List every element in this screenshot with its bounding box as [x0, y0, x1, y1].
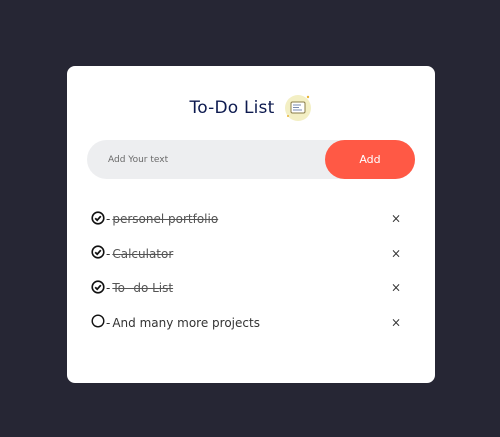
- todo-card: To-Do List Add - personel portfolio ×: [67, 66, 435, 383]
- separator: -: [106, 281, 111, 296]
- list-item[interactable]: - personel portfolio ×: [91, 202, 411, 237]
- separator: -: [106, 246, 111, 261]
- task-label: To- do List: [112, 281, 174, 296]
- add-task-row: Add: [87, 140, 415, 179]
- list-item[interactable]: - Calculator ×: [91, 237, 411, 272]
- delete-icon[interactable]: ×: [389, 246, 403, 260]
- list-item[interactable]: - To- do List ×: [91, 271, 411, 306]
- task-label: And many more projects: [112, 315, 260, 330]
- task-label: Calculator: [112, 246, 174, 261]
- delete-icon[interactable]: ×: [389, 212, 403, 226]
- checked-circle-icon[interactable]: [91, 245, 105, 262]
- notepad-icon: [284, 94, 312, 122]
- unchecked-circle-icon[interactable]: [91, 314, 105, 331]
- header: To-Do List: [67, 94, 435, 122]
- list-item[interactable]: - And many more projects ×: [91, 306, 411, 341]
- add-button[interactable]: Add: [325, 140, 415, 179]
- separator: -: [106, 212, 111, 227]
- checked-circle-icon[interactable]: [91, 280, 105, 297]
- task-label: personel portfolio: [112, 212, 219, 227]
- separator: -: [106, 315, 111, 330]
- delete-icon[interactable]: ×: [389, 315, 403, 329]
- task-list: - personel portfolio × - Calculator × - …: [91, 202, 411, 340]
- delete-icon[interactable]: ×: [389, 281, 403, 295]
- page-title: To-Do List: [189, 98, 275, 118]
- checked-circle-icon[interactable]: [91, 211, 105, 228]
- task-input[interactable]: [87, 140, 327, 179]
